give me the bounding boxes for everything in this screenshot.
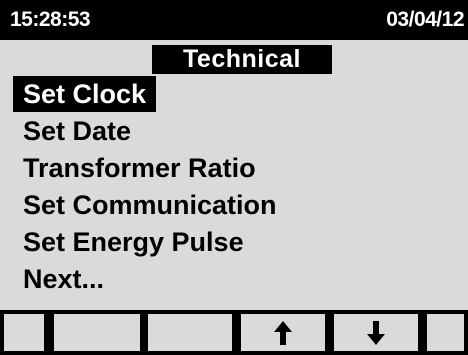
menu-item-transformer-ratio[interactable]: Transformer Ratio <box>13 150 266 186</box>
softkey-6[interactable] <box>427 314 464 351</box>
menu-item-set-communication[interactable]: Set Communication <box>13 187 287 223</box>
arrow-down-icon <box>367 320 385 345</box>
clock-time: 15:28:53 <box>10 8 91 31</box>
softkey-bar <box>0 310 468 355</box>
status-bar: 15:28:53 03/04/12 <box>0 0 468 40</box>
lcd-screen: 15:28:53 03/04/12 Technical Set Clock Se… <box>0 0 468 355</box>
arrow-up-icon <box>274 320 292 345</box>
softkey-up[interactable] <box>241 314 325 351</box>
softkey-2[interactable] <box>54 314 140 351</box>
menu-item-set-date[interactable]: Set Date <box>13 113 141 149</box>
menu-item-set-clock[interactable]: Set Clock <box>13 76 157 112</box>
menu-title: Technical <box>152 45 332 74</box>
softkey-1[interactable] <box>4 314 44 351</box>
menu-item-next[interactable]: Next... <box>13 261 114 297</box>
softkey-down[interactable] <box>334 314 418 351</box>
menu-item-set-energy-pulse[interactable]: Set Energy Pulse <box>13 224 254 260</box>
clock-date: 03/04/12 <box>386 8 464 31</box>
softkey-3[interactable] <box>148 314 232 351</box>
